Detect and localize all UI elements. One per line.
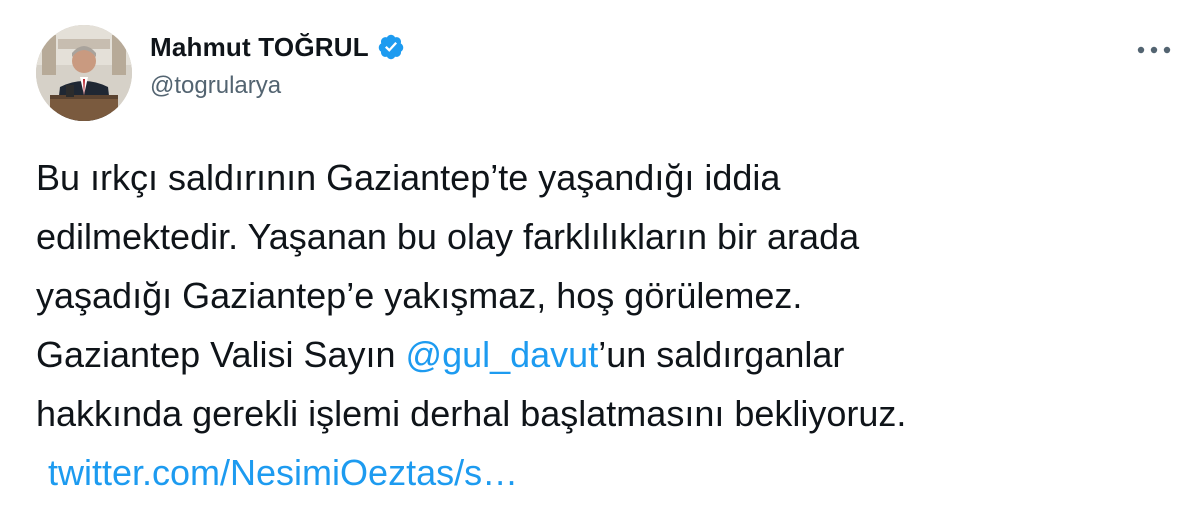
tweet-line: yaşadığı Gaziantep’e yakışmaz, hoş görül… [36,275,803,316]
more-horizontal-icon [1137,46,1171,54]
avatar-photo [36,25,132,121]
tweet-text-segment: ’un saldırganlar [598,334,845,375]
tweet-line: edilmektedir. Yaşanan bu olay farklılıkl… [36,216,860,257]
name-row: Mahmut TOĞRUL [150,30,405,64]
tweet-text: Bu ırkçı saldırının Gaziantep’te yaşandı… [36,148,1166,502]
tweet-line: twitter.com/NesimiOeztas/s… [36,443,1166,502]
author-info: Mahmut TOĞRUL @togrularya [150,30,405,100]
more-button[interactable] [1134,38,1174,62]
tweet-url-link[interactable]: twitter.com/NesimiOeztas/s… [48,452,518,493]
tweet-text-segment: Gaziantep Valisi Sayın [36,334,406,375]
verified-badge-icon [377,33,405,61]
tweet-line: Bu ırkçı saldırının Gaziantep’te yaşandı… [36,157,781,198]
avatar[interactable] [36,25,132,121]
tweet-line: hakkında gerekli işlemi derhal başlatmas… [36,393,907,434]
handle[interactable]: @togrularya [150,72,405,100]
mention-link[interactable]: @gul_davut [406,334,599,375]
display-name[interactable]: Mahmut TOĞRUL [150,32,369,63]
tweet-line: Gaziantep Valisi Sayın @gul_davut’un sal… [36,325,1166,384]
